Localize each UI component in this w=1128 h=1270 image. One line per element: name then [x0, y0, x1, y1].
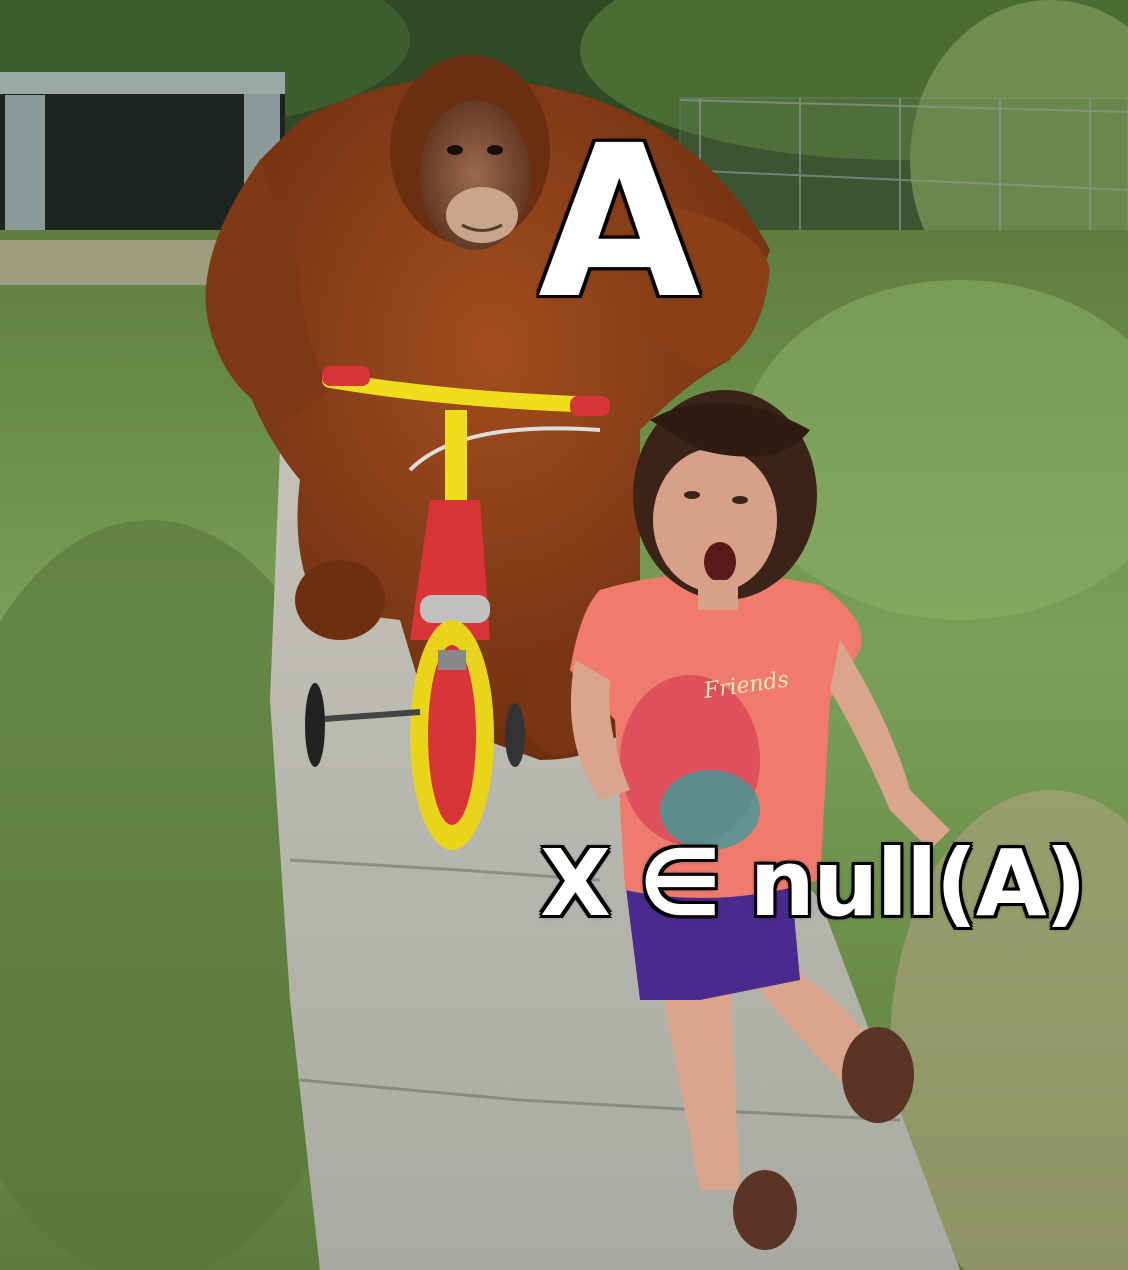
- sandal: [842, 1027, 914, 1123]
- meme-image: Friends A X ∈ null(A): [0, 0, 1128, 1270]
- training-wheel: [305, 683, 325, 767]
- sandal: [733, 1170, 797, 1250]
- shed-roof: [0, 72, 285, 94]
- caption-top: A: [538, 100, 701, 345]
- training-wheel: [505, 703, 525, 767]
- screaming-mouth: [704, 542, 736, 582]
- caption-bottom: X ∈ null(A): [540, 830, 1087, 937]
